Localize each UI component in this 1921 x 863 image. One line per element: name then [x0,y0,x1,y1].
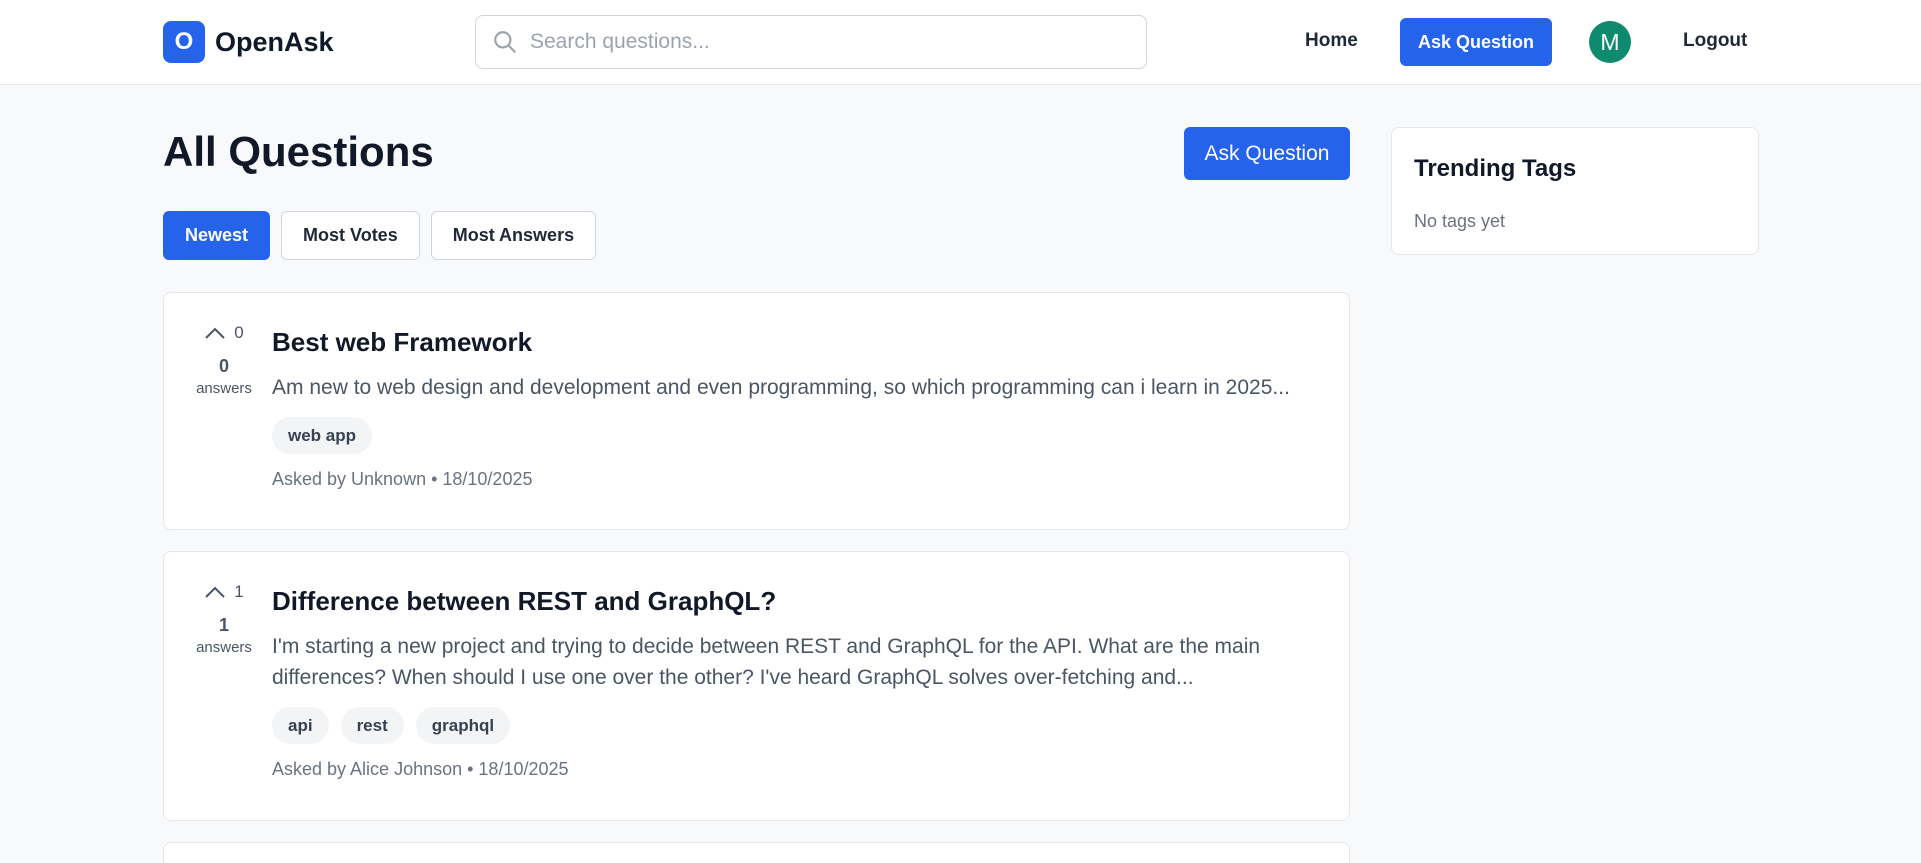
question-meta: Asked by Unknown • 18/10/2025 [272,469,533,489]
question-card[interactable] [163,842,1350,863]
question-tags: api rest graphql [272,707,1322,744]
ask-question-button[interactable]: Ask Question [1184,127,1350,180]
vote-count: 1 [234,582,244,601]
question-card[interactable]: 1 1 answers Difference between REST and … [163,551,1350,821]
trending-tags-panel: Trending Tags No tags yet [1391,127,1759,255]
app-name: OpenAsk [215,26,334,57]
search-input[interactable] [530,30,1130,54]
question-meta: Asked by Alice Johnson • 18/10/2025 [272,759,569,779]
trending-tags-empty: No tags yet [1414,211,1506,231]
filter-most-answers[interactable]: Most Answers [430,211,597,260]
page-title: All Questions [163,128,434,175]
upvote-chevron-icon[interactable] [204,326,226,340]
question-body: Difference between REST and GraphQL? I'm… [272,586,1322,780]
answer-label: answers [196,380,252,397]
filter-most-votes[interactable]: Most Votes [281,211,420,260]
nav-ask-question-button[interactable]: Ask Question [1400,18,1552,66]
question-excerpt: Am new to web design and development and… [272,376,1290,399]
logo[interactable]: O OpenAsk [163,21,334,63]
sort-filters: Newest Most Votes Most Answers [163,211,597,260]
search-icon [494,31,516,53]
trending-tags-title: Trending Tags [1414,155,1577,182]
question-title[interactable]: Best web Framework [272,327,1322,358]
search-bar[interactable] [475,15,1147,69]
tag[interactable]: graphql [415,707,511,744]
answer-count: 0 [218,356,229,376]
logout-link[interactable]: Logout [1683,30,1747,52]
tag[interactable]: api [272,707,329,744]
question-body: Best web Framework Am new to web design … [272,327,1322,490]
vote-row: 0 [194,323,254,343]
vote-row: 1 [194,582,254,602]
answer-count: 1 [218,615,229,635]
tag[interactable]: rest [340,707,404,744]
logo-badge: O [163,21,205,63]
question-stats: 0 0 answers [194,323,254,397]
avatar[interactable]: M [1589,21,1631,63]
tag[interactable]: web app [272,417,373,454]
top-navbar: O OpenAsk Home Ask Question M Logout [0,0,1921,85]
vote-count: 0 [234,323,244,342]
question-title[interactable]: Difference between REST and GraphQL? [272,586,1322,617]
filter-newest[interactable]: Newest [163,211,271,260]
question-tags: web app [272,417,1322,454]
question-excerpt: I'm starting a new project and trying to… [272,635,1261,689]
question-stats: 1 1 answers [194,582,254,656]
answer-label: answers [196,639,252,656]
nav-home-link[interactable]: Home [1305,30,1358,52]
upvote-chevron-icon[interactable] [204,585,226,599]
question-card[interactable]: 0 0 answers Best web Framework Am new to… [163,292,1350,530]
